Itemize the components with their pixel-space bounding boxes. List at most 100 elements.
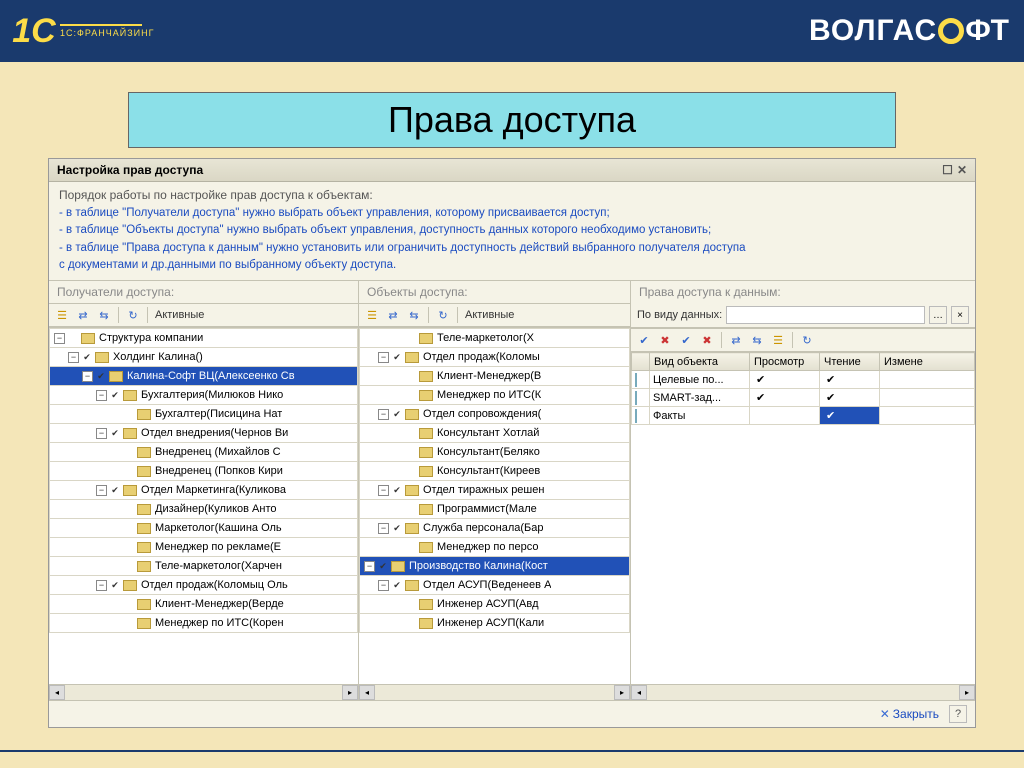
toolbar-btn[interactable]: ⇆ (405, 306, 423, 324)
tree-checkbox[interactable]: ✔ (392, 352, 402, 362)
tree-row[interactable]: −✔Отдел Маркетинга(Куликова (50, 481, 358, 500)
tree-checkbox[interactable] (406, 428, 416, 438)
scrollbar-horizontal[interactable]: ◂▸ (631, 684, 975, 700)
toolbar-btn[interactable]: ⇆ (748, 331, 766, 349)
tree-checkbox[interactable] (124, 618, 134, 628)
tree-row[interactable]: −✔Отдел продаж(Коломы (360, 348, 630, 367)
tree-expander[interactable]: − (68, 352, 79, 363)
help-button[interactable]: ? (949, 705, 967, 723)
tree-row[interactable]: −✔Отдел тиражных решен (360, 481, 630, 500)
tree-expander[interactable]: − (378, 580, 389, 591)
tree-row[interactable]: Менеджер по персо (360, 538, 630, 557)
tree-checkbox[interactable] (124, 523, 134, 533)
close-button[interactable]: ✕ Закрыть (880, 707, 939, 721)
objects-tree[interactable]: Теле-маркетолог(Х−✔Отдел продаж(КоломыКл… (359, 327, 630, 684)
grid-row[interactable]: SMART-зад...✔✔ (632, 389, 975, 407)
refresh-icon[interactable]: ↻ (434, 306, 452, 324)
refresh-icon[interactable]: ↻ (124, 306, 142, 324)
tree-row[interactable]: Клиент-Менеджер(Верде (50, 595, 358, 614)
tree-row[interactable]: −✔Отдел АСУП(Веденеев А (360, 576, 630, 595)
tree-row[interactable]: −✔Производство Калина(Кост (360, 557, 630, 576)
scrollbar-horizontal[interactable]: ◂▸ (359, 684, 630, 700)
toolbar-btn[interactable]: ⇄ (74, 306, 92, 324)
tree-row[interactable]: Внедренец (Попков Кири (50, 462, 358, 481)
tree-checkbox[interactable]: ✔ (392, 485, 402, 495)
tree-row[interactable]: −✔Бухгалтерия(Милюков Нико (50, 386, 358, 405)
tree-checkbox[interactable] (124, 409, 134, 419)
close-icon[interactable]: ✕ (957, 163, 967, 177)
tree-checkbox[interactable]: ✔ (110, 390, 120, 400)
tree-expander[interactable]: − (82, 371, 93, 382)
tree-row[interactable]: Маркетолог(Кашина Оль (50, 519, 358, 538)
tree-row[interactable]: Менеджер по рекламе(Е (50, 538, 358, 557)
toolbar-btn[interactable]: ☰ (53, 306, 71, 324)
tree-checkbox[interactable] (406, 504, 416, 514)
grid-row[interactable]: Факты✔ (632, 407, 975, 425)
tree-checkbox[interactable] (124, 599, 134, 609)
grid-row[interactable]: Целевые по...✔✔ (632, 371, 975, 389)
maximize-icon[interactable]: ☐ (942, 163, 953, 177)
tree-row[interactable]: Консультант(Беляко (360, 443, 630, 462)
toolbar-btn[interactable]: ☰ (769, 331, 787, 349)
tree-row[interactable]: −✔Отдел внедрения(Чернов Ви (50, 424, 358, 443)
tree-checkbox[interactable]: ✔ (110, 580, 120, 590)
tree-checkbox[interactable]: ✔ (82, 352, 92, 362)
tree-row[interactable]: −✔Отдел сопровождения( (360, 405, 630, 424)
tree-row[interactable]: −✔Калина-Софт ВЦ(Алексеенко Св (50, 367, 358, 386)
tree-row[interactable]: Инженер АСУП(Кали (360, 614, 630, 633)
toolbar-btn[interactable]: ✖ (698, 331, 716, 349)
tree-checkbox[interactable] (406, 447, 416, 457)
tree-checkbox[interactable] (406, 466, 416, 476)
tree-checkbox[interactable] (406, 618, 416, 628)
tree-row[interactable]: −Структура компании (50, 329, 358, 348)
refresh-icon[interactable]: ↻ (798, 331, 816, 349)
tree-row[interactable]: Консультант(Киреев (360, 462, 630, 481)
rights-grid[interactable]: Вид объекта Просмотр Чтение Измене Целев… (631, 352, 975, 684)
toolbar-btn[interactable]: ☰ (363, 306, 381, 324)
tree-row[interactable]: −✔Холдинг Калина() (50, 348, 358, 367)
tree-checkbox[interactable]: ✔ (392, 409, 402, 419)
tree-row[interactable]: Менеджер по ИТС(К (360, 386, 630, 405)
tree-checkbox[interactable] (406, 390, 416, 400)
tree-checkbox[interactable]: ✔ (110, 428, 120, 438)
tree-checkbox[interactable]: ✔ (378, 561, 388, 571)
filter-select-button[interactable]: … (929, 306, 947, 324)
tree-expander[interactable]: − (378, 485, 389, 496)
scrollbar-horizontal[interactable]: ◂▸ (49, 684, 358, 700)
tree-checkbox[interactable] (406, 542, 416, 552)
tree-expander[interactable]: − (96, 390, 107, 401)
tree-row[interactable]: Менеджер по ИТС(Корен (50, 614, 358, 633)
tree-expander[interactable]: − (364, 561, 375, 572)
tree-checkbox[interactable] (406, 333, 416, 343)
tree-checkbox[interactable] (124, 466, 134, 476)
tree-checkbox[interactable]: ✔ (392, 580, 402, 590)
tree-checkbox[interactable] (68, 333, 78, 343)
tree-row[interactable]: Клиент-Менеджер(В (360, 367, 630, 386)
window-titlebar[interactable]: Настройка прав доступа ☐ ✕ (49, 159, 975, 182)
receivers-tree[interactable]: −Структура компании−✔Холдинг Калина()−✔К… (49, 327, 358, 684)
tree-checkbox[interactable]: ✔ (96, 371, 106, 381)
filter-clear-button[interactable]: × (951, 306, 969, 324)
tree-expander[interactable]: − (96, 428, 107, 439)
tree-checkbox[interactable] (406, 371, 416, 381)
tree-row[interactable]: Теле-маркетолог(Х (360, 329, 630, 348)
tree-checkbox[interactable] (124, 504, 134, 514)
tree-expander[interactable]: − (96, 580, 107, 591)
tree-checkbox[interactable] (406, 599, 416, 609)
check-all-icon[interactable]: ✔ (635, 331, 653, 349)
tree-row[interactable]: Теле-маркетолог(Харчен (50, 557, 358, 576)
tree-row[interactable]: Внедренец (Михайлов С (50, 443, 358, 462)
toolbar-btn[interactable]: ⇄ (384, 306, 402, 324)
uncheck-all-icon[interactable]: ✖ (656, 331, 674, 349)
tree-expander[interactable]: − (378, 409, 389, 420)
tree-checkbox[interactable]: ✔ (110, 485, 120, 495)
tree-row[interactable]: −✔Отдел продаж(Коломыц Оль (50, 576, 358, 595)
tree-row[interactable]: Дизайнер(Куликов Анто (50, 500, 358, 519)
tree-checkbox[interactable]: ✔ (392, 523, 402, 533)
tree-row[interactable]: Бухгалтер(Писицина Нат (50, 405, 358, 424)
tree-row[interactable]: Инженер АСУП(Авд (360, 595, 630, 614)
tree-checkbox[interactable] (124, 561, 134, 571)
tree-expander[interactable]: − (54, 333, 65, 344)
tree-checkbox[interactable] (124, 447, 134, 457)
toolbar-btn[interactable]: ⇄ (727, 331, 745, 349)
